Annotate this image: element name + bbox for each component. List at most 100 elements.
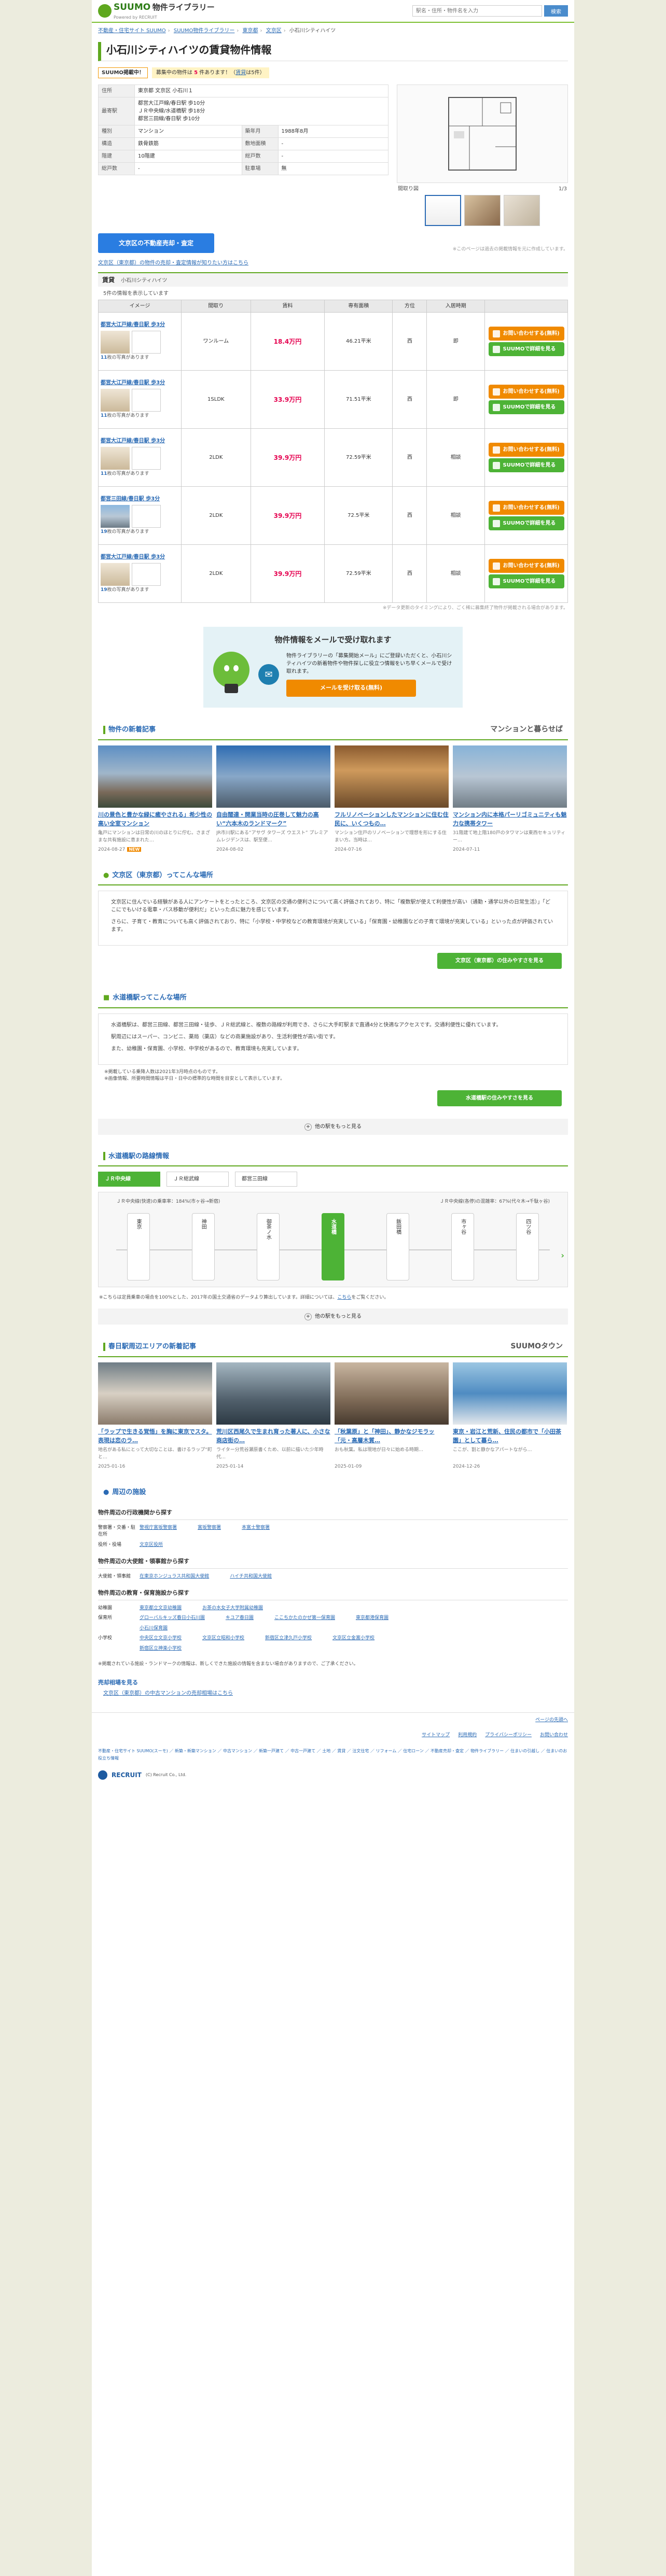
tab-line[interactable]: ＪＲ総武線: [166, 1172, 229, 1187]
spot-link[interactable]: 文京区役所: [140, 1542, 163, 1549]
article-title[interactable]: マンション内に本格パーリゴミュニティも魅力な携帯タワー: [453, 811, 567, 828]
station-item[interactable]: 飯田橋: [386, 1213, 410, 1280]
room-floorplan[interactable]: [132, 447, 161, 470]
room-photo[interactable]: [101, 447, 130, 470]
room-floorplan[interactable]: [132, 563, 161, 586]
spot-link[interactable]: 中央区立文京小学校: [140, 1635, 182, 1642]
area-livability-button[interactable]: 文京区（東京都）の住みやすさを見る: [437, 953, 562, 969]
detail-button[interactable]: SUUMOで詳細を見る: [488, 574, 564, 588]
article-photo[interactable]: [453, 1362, 567, 1425]
spot-link[interactable]: ハイチ共和国大使館: [230, 1573, 272, 1581]
breadcrumb-item[interactable]: 東京都: [243, 28, 258, 34]
spot-link[interactable]: 文京区立昭和小学校: [202, 1635, 244, 1642]
footer-link[interactable]: お問い合わせ: [540, 1732, 568, 1739]
route-detail-link[interactable]: こちら: [337, 1295, 351, 1300]
spot-link[interactable]: 在東京ホンジュラス共和国大使館: [140, 1573, 209, 1581]
article-card[interactable]: 「秋葉原」と「神田」、静かなジモラッ「元・高層木質… おも秋葉。私は現地が日々に…: [335, 1362, 449, 1471]
article-photo[interactable]: [98, 745, 212, 808]
article-photo[interactable]: [216, 745, 330, 808]
detail-button[interactable]: SUUMOで詳細を見る: [488, 458, 564, 472]
station-item[interactable]: 神田: [191, 1213, 215, 1280]
spot-link[interactable]: 新宿区立津久戸小学校: [265, 1635, 312, 1642]
spot-link[interactable]: 東京都港保育園: [356, 1615, 388, 1622]
spot-link[interactable]: グローバルキッズ春日小石川園: [140, 1615, 205, 1622]
inquiry-button[interactable]: お問い合わせする(無料): [488, 443, 564, 457]
spot-link[interactable]: お茶の水女子大学附属幼稚園: [202, 1605, 263, 1612]
spot-link[interactable]: 東京都立文京幼稚園: [140, 1605, 182, 1612]
spot-link[interactable]: 警視庁富坂警察署: [140, 1525, 177, 1539]
article-title[interactable]: 「ラップで生きる覚悟」を胸に東京でスタ。表現は恋のラ…: [98, 1428, 212, 1445]
floorplan-image[interactable]: [397, 85, 568, 183]
footer-link[interactable]: サイトマップ: [422, 1732, 450, 1739]
spot-link[interactable]: 本富士警察署: [242, 1525, 270, 1539]
site-logo[interactable]: SUUMO 物件ライブラリー Powered by RECRUIT: [98, 1, 215, 21]
building-photo[interactable]: [101, 505, 130, 528]
footer-link[interactable]: 利用規約: [458, 1732, 477, 1739]
sell-appraisal-button[interactable]: 文京区の不動産売却・査定: [98, 233, 215, 253]
search-input[interactable]: [412, 5, 542, 17]
article-card[interactable]: 「ラップで生きる覚悟」を胸に東京でスタ。表現は恋のラ… 地名がある私にとって大切…: [98, 1362, 212, 1471]
breadcrumb-item[interactable]: SUUMO物件ライブラリー: [174, 28, 235, 34]
article-card[interactable]: 川の景色と豊かな緑に癒やされる」希少性の高い全室マンション 亀戸にマンションは日…: [98, 745, 212, 854]
detail-button[interactable]: SUUMOで詳細を見る: [488, 516, 564, 530]
room-floorplan[interactable]: [132, 331, 161, 354]
article-title[interactable]: 「秋葉原」と「神田」、静かなジモラッ「元・高層木質…: [335, 1428, 449, 1445]
inquiry-button[interactable]: お問い合わせする(無料): [488, 559, 564, 573]
article-title[interactable]: 荒川区西尾久で生まれ育った著人に、小さな商店街の…: [216, 1428, 330, 1445]
footer-sitemap[interactable]: 不動産・住宅サイト SUUMO(スーモ) ／ 新築・新築マンション ／ 中古マン…: [92, 1743, 574, 1767]
listing-link[interactable]: 都営大江戸線/春日駅 歩3分: [101, 437, 179, 445]
article-card[interactable]: 東京・岩江と荒新、住民の都市で「小田茶園」として暮ら… ここが、割と静かなアパー…: [453, 1362, 567, 1471]
listing-link[interactable]: 都営大江戸線/春日駅 歩3分: [101, 321, 179, 329]
room-photo[interactable]: [101, 563, 130, 586]
station-item[interactable]: 御茶ノ水: [256, 1213, 280, 1280]
thumbnail-interior[interactable]: [464, 195, 501, 226]
notice-rent-link[interactable]: 賃貸: [235, 70, 246, 76]
spot-link[interactable]: 文京区立金富小学校: [332, 1635, 374, 1642]
page-top-link[interactable]: ページの先頭へ: [535, 1718, 568, 1723]
more-stations-button[interactable]: + 他の駅をもっと見る: [98, 1118, 568, 1135]
breadcrumb-item[interactable]: 不動産・住宅サイト SUUMO: [98, 28, 166, 34]
article-photo[interactable]: [335, 1362, 449, 1425]
room-floorplan[interactable]: [132, 505, 161, 528]
partner-logo[interactable]: SUUMOタウン: [510, 1341, 563, 1352]
listing-link[interactable]: 都営三田線/春日駅 歩3分: [101, 495, 179, 503]
more-stations-button[interactable]: + 他の駅をもっと見る: [98, 1308, 568, 1325]
station-item[interactable]: 東京: [127, 1213, 150, 1280]
chevron-right-icon[interactable]: ›: [561, 1249, 564, 1262]
thumbnail-room[interactable]: [504, 195, 540, 226]
station-item-current[interactable]: 水道橋: [321, 1213, 344, 1280]
station-livability-button[interactable]: 水道橋駅の住みやすさを見る: [437, 1090, 562, 1106]
station-item[interactable]: 四ツ谷: [516, 1213, 539, 1280]
inquiry-button[interactable]: お問い合わせする(無料): [488, 501, 564, 515]
breadcrumb-item[interactable]: 文京区: [266, 28, 282, 34]
spot-link[interactable]: 富坂警察署: [198, 1525, 221, 1539]
search-button[interactable]: 検索: [544, 5, 568, 17]
spot-link[interactable]: 小石川保育園: [140, 1625, 168, 1632]
article-title[interactable]: 自由闊達・開業当時の圧巻して魅力の高い“六本木のランドマーク”: [216, 811, 330, 828]
article-card[interactable]: 自由闊達・開業当時の圧巻して魅力の高い“六本木のランドマーク” JR市川駅にある…: [216, 745, 330, 854]
room-photo[interactable]: [101, 331, 130, 354]
mail-subscribe-button[interactable]: メールを受け取る(無料): [286, 680, 416, 697]
listing-link[interactable]: 都営大江戸線/春日駅 歩3分: [101, 553, 179, 561]
station-item[interactable]: 市ヶ谷: [451, 1213, 475, 1280]
footer-link[interactable]: プライバシーポリシー: [485, 1732, 532, 1739]
room-photo[interactable]: [101, 389, 130, 412]
article-card[interactable]: 荒川区西尾久で生まれ育った著人に、小さな商店街の… ライター分荒谷瀬原書くため、…: [216, 1362, 330, 1471]
thumbnail-floorplan[interactable]: [425, 195, 461, 226]
article-card[interactable]: フルリノベーションしたマンションに住む住民に、いくつもの… マンション住戸のリノ…: [335, 745, 449, 854]
price-link[interactable]: 文京区（東京都）の中古マンションの売却相場はこちら: [98, 1691, 233, 1696]
article-title[interactable]: 東京・岩江と荒新、住民の都市で「小田茶園」として暮ら…: [453, 1428, 567, 1445]
article-photo[interactable]: [453, 745, 567, 808]
tab-line[interactable]: ＪＲ中央線: [98, 1172, 160, 1187]
spot-link[interactable]: ここちかたのかぜ第一保育園: [274, 1615, 335, 1622]
partner-logo[interactable]: マンションと暮らせば: [490, 724, 563, 735]
article-title[interactable]: フルリノベーションしたマンションに住む住民に、いくつもの…: [335, 811, 449, 828]
tab-line[interactable]: 都営三田線: [235, 1172, 297, 1187]
spot-link[interactable]: キユア春日園: [226, 1615, 254, 1622]
article-photo[interactable]: [216, 1362, 330, 1425]
inquiry-button[interactable]: お問い合わせする(無料): [488, 327, 564, 341]
appraisal-info-link[interactable]: 文京区（東京都）の物件の売却・査定情報が知りたい方はこちら: [98, 260, 248, 266]
article-photo[interactable]: [98, 1362, 212, 1425]
article-photo[interactable]: [335, 745, 449, 808]
article-title[interactable]: 川の景色と豊かな緑に癒やされる」希少性の高い全室マンション: [98, 811, 212, 828]
